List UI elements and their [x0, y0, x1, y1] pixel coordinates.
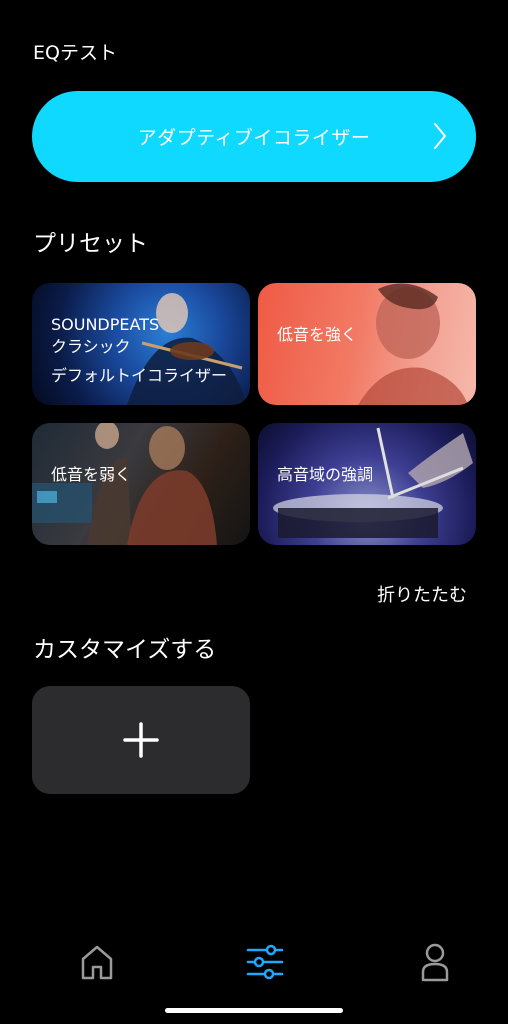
preset-card-soundpeats-classic[interactable]: SOUNDPEATS クラシック デフォルトイコライザー [32, 283, 250, 405]
chevron-right-icon [434, 123, 446, 149]
equalizer-sliders-icon [246, 944, 284, 980]
adaptive-equalizer-label: アダプティブイコライザー [137, 127, 371, 149]
preset-bass-reduce-label: 低音を弱く [51, 465, 132, 484]
adaptive-equalizer-button[interactable]: アダプティブイコライザー [32, 91, 476, 182]
preset-brand-label: SOUNDPEATS [51, 315, 160, 334]
nav-home[interactable] [77, 940, 117, 984]
preset-classic-label: クラシック [51, 337, 131, 356]
preset-title: プリセット [33, 231, 148, 257]
plus-icon [123, 722, 159, 758]
preset-card-treble-boost[interactable]: 高音域の強調 [258, 423, 476, 545]
preset-treble-label: 高音域の強調 [277, 465, 374, 484]
preset-bass-boost-label: 低音を強く [277, 325, 358, 344]
preset-card-bass-boost[interactable]: 低音を強く [258, 283, 476, 405]
preset-card-bass-reduce[interactable]: 低音を弱く [32, 423, 250, 545]
nav-equalizer[interactable] [245, 940, 285, 984]
home-icon [81, 945, 113, 980]
add-custom-eq-button[interactable] [32, 686, 250, 794]
customize-title: カスタマイズする [33, 637, 217, 663]
preset-default-label: デフォルトイコライザー [51, 366, 228, 385]
eq-test-title: EQテスト [33, 42, 117, 64]
home-indicator [165, 1008, 343, 1013]
collapse-link[interactable]: 折りたたむ [377, 581, 467, 607]
nav-profile[interactable] [415, 940, 455, 984]
profile-icon [421, 943, 449, 982]
